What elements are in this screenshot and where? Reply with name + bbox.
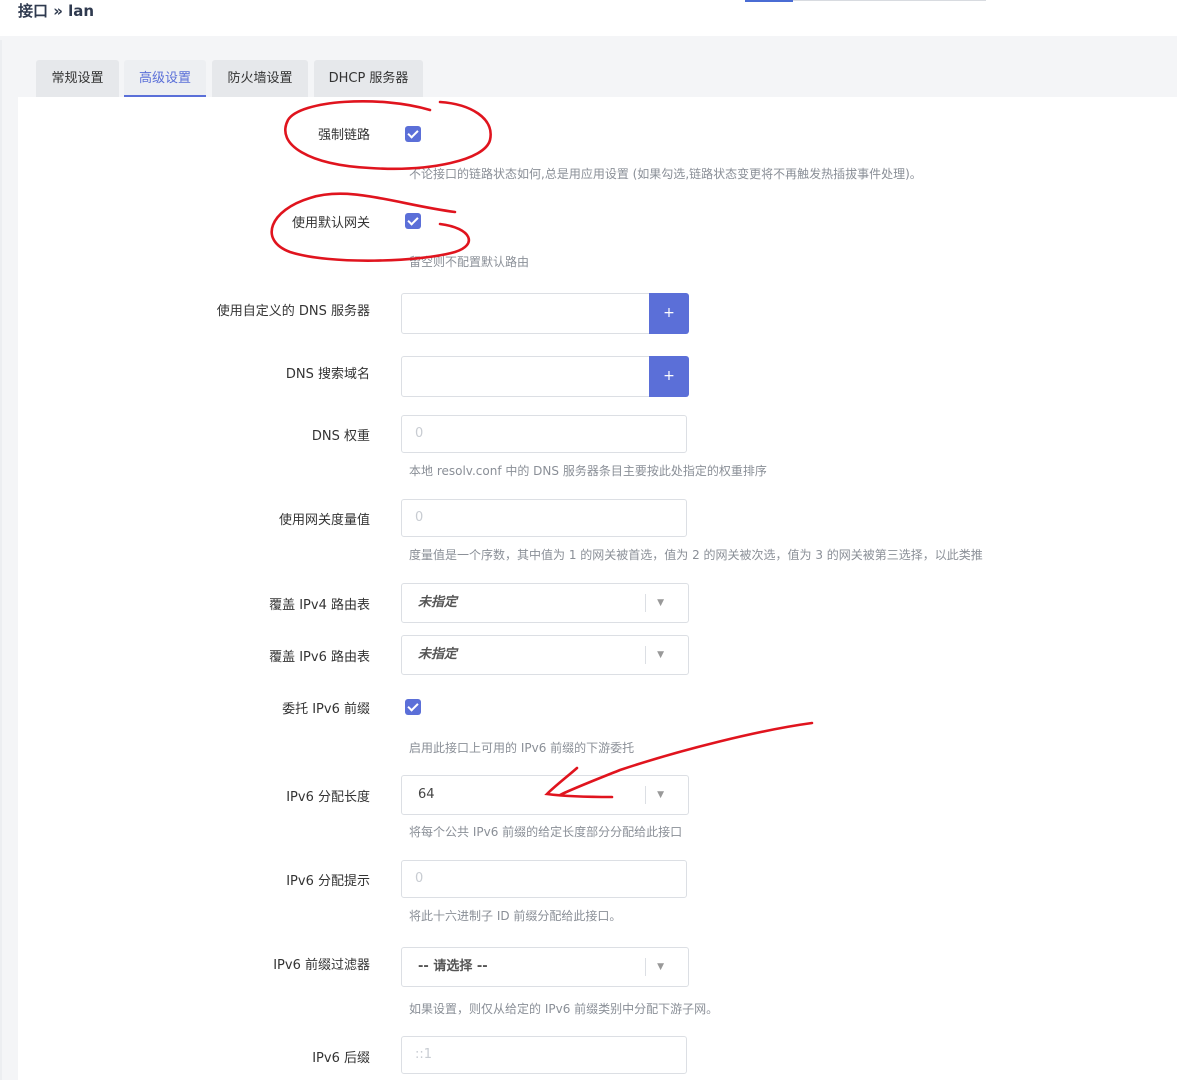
dns-weight-label: DNS 权重	[311, 429, 370, 444]
force-link-checkbox[interactable]	[405, 126, 421, 142]
default-gateway-desc: 留空则不配置默认路由	[409, 255, 530, 269]
dns-weight-input[interactable]: 0	[401, 415, 687, 453]
dns-search-label: DNS 搜索域名	[285, 367, 370, 382]
chevron-down-icon: ▼	[657, 598, 664, 608]
header-divider	[793, 0, 986, 1]
ip6hint-label: IPv6 分配提示	[286, 874, 370, 889]
ip6class-value: -- 请选择 --	[418, 959, 488, 974]
ipv6-table-label: 覆盖 IPv6 路由表	[269, 650, 370, 665]
dns-weight-desc: 本地 resolv.conf 中的 DNS 服务器条目主要按此处指定的权重排序	[409, 464, 767, 478]
chevron-down-icon: ▼	[657, 962, 664, 972]
custom-dns-input[interactable]	[401, 293, 650, 334]
ipv4-table-value: 未指定	[418, 595, 458, 610]
ipv6-table-select[interactable]: 未指定 ▼	[401, 635, 689, 675]
delegate-checkbox[interactable]	[405, 699, 421, 715]
ipv4-table-label: 覆盖 IPv4 路由表	[269, 598, 370, 613]
gateway-metric-desc: 度量值是一个序数，其中值为 1 的网关被首选，值为 2 的网关被次选，值为 3 …	[409, 548, 983, 562]
add-dns-button[interactable]: +	[649, 293, 689, 334]
default-gateway-checkbox[interactable]	[405, 213, 421, 229]
gateway-metric-input[interactable]: 0	[401, 499, 687, 537]
ip6assign-desc: 将每个公共 IPv6 前缀的给定长度部分分配给此接口	[409, 825, 683, 839]
ip6-suffix-input[interactable]: ::1	[401, 1036, 687, 1074]
header-tab-indicator	[745, 0, 793, 2]
ip6assign-label: IPv6 分配长度	[286, 790, 370, 805]
ip6class-desc: 如果设置，则仅从给定的 IPv6 前缀类别中分配下游子网。	[409, 1002, 719, 1016]
ip6-suffix-label: IPv6 后缀	[312, 1051, 370, 1066]
default-gateway-label: 使用默认网关	[291, 216, 370, 231]
ipv4-table-select[interactable]: 未指定 ▼	[401, 583, 689, 623]
ip6hint-desc: 将此十六进制子 ID 前缀分配给此接口。	[409, 909, 622, 923]
custom-dns-label: 使用自定义的 DNS 服务器	[216, 304, 370, 319]
ip6assign-select[interactable]: 64 ▼	[401, 775, 689, 815]
dns-search-input[interactable]	[401, 356, 650, 397]
tab-dhcp[interactable]: DHCP 服务器	[314, 60, 423, 97]
tab-advanced[interactable]: 高级设置	[124, 60, 206, 97]
page-header: 接口 » lan	[0, 0, 1177, 36]
ipv6-table-value: 未指定	[418, 647, 458, 662]
chevron-down-icon: ▼	[657, 790, 664, 800]
gateway-metric-label: 使用网关度量值	[278, 513, 370, 528]
tab-firewall[interactable]: 防火墙设置	[212, 60, 308, 97]
breadcrumb: 接口 » lan	[18, 2, 95, 20]
ip6assign-value: 64	[418, 787, 435, 802]
ip6hint-input[interactable]: 0	[401, 860, 687, 898]
left-border	[0, 40, 2, 1080]
delegate-desc: 启用此接口上可用的 IPv6 前缀的下游委托	[409, 741, 635, 755]
force-link-desc: 不论接口的链路状态如何,总是用应用设置 (如果勾选,链路状态变更将不再触发热插拔…	[409, 167, 922, 181]
force-link-label: 强制链路	[317, 128, 370, 143]
chevron-down-icon: ▼	[657, 650, 664, 660]
ip6class-label: IPv6 前缀过滤器	[273, 958, 370, 973]
delegate-label: 委托 IPv6 前缀	[282, 702, 370, 717]
ip6class-select[interactable]: -- 请选择 -- ▼	[401, 947, 689, 987]
tab-general[interactable]: 常规设置	[36, 60, 119, 97]
add-search-domain-button[interactable]: +	[649, 356, 689, 397]
